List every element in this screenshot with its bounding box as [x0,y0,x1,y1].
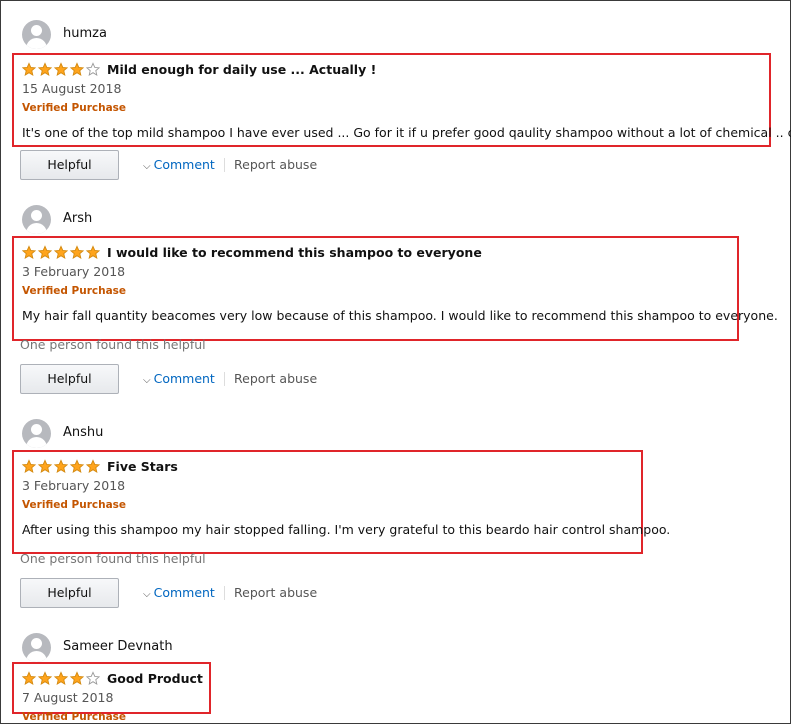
star-full-icon [85,459,101,473]
review-highlight-box: Mild enough for daily use ... Actually !… [12,53,791,147]
review-title[interactable]: Five Stars [107,459,178,474]
reviewer-name[interactable]: Sameer Devnath [63,639,173,654]
avatar-icon[interactable] [22,205,51,234]
star-full-icon [22,245,37,259]
star-full-icon [22,459,37,473]
helpful-count: One person found this helpful [20,551,206,566]
star-full-icon [69,245,85,259]
star-empty-icon [85,671,101,685]
review-body: My hair fall quantity beacomes very low … [22,308,778,323]
star-full-icon [22,671,37,685]
star-full-icon [69,671,85,685]
review-date: 3 February 2018 [22,478,126,493]
avatar-icon[interactable] [22,419,51,448]
review-date: 7 August 2018 [22,690,114,705]
verified-purchase-badge: Verified Purchase [22,711,127,723]
reviewer-name[interactable]: Anshu [63,425,103,440]
review-highlight-box: Good Product 7 August 2018 Verified Purc… [12,662,211,723]
helpful-count: One person found this helpful [20,337,206,352]
star-rating-graphic [22,245,101,259]
helpful-button[interactable]: Helpful [20,364,119,394]
action-divider [224,372,225,386]
comment-label: Comment [153,371,215,386]
report-abuse-link[interactable]: Report abuse [234,585,317,600]
star-full-icon [53,459,69,473]
review-body: After using this shampoo my hair stopped… [22,522,671,537]
star-full-icon [53,671,69,685]
review-highlight-box: Five Stars 3 February 2018 Verified Purc… [12,450,670,554]
avatar-icon[interactable] [22,633,51,662]
review-date: 3 February 2018 [22,264,126,279]
comment-label: Comment [153,157,215,172]
star-rating-graphic [22,459,101,473]
chevron-down-icon: ⌵ [143,375,151,386]
star-full-icon [37,671,53,685]
reviewer-name[interactable]: Arsh [63,211,92,226]
comment-link[interactable]: ⌵ Comment [143,157,215,172]
star-full-icon [37,459,53,473]
chevron-down-icon: ⌵ [143,589,151,600]
review-title[interactable]: I would like to recommend this shampoo t… [107,245,482,260]
star-full-icon [37,245,53,259]
review-body: It's one of the top mild shampoo I have … [22,125,791,140]
star-full-icon [53,245,69,259]
star-rating[interactable] [22,671,102,686]
comment-link[interactable]: ⌵ Comment [143,371,215,386]
reviewer-name[interactable]: humza [63,26,107,41]
review-title[interactable]: Mild enough for daily use ... Actually ! [107,62,376,77]
star-full-icon [69,62,85,76]
comment-label: Comment [153,585,215,600]
verified-purchase-badge: Verified Purchase [22,102,127,114]
verified-purchase-badge: Verified Purchase [22,499,127,511]
star-rating[interactable] [22,245,102,260]
star-full-icon [69,459,85,473]
star-empty-icon [85,62,101,76]
star-full-icon [22,62,37,76]
star-full-icon [53,62,69,76]
action-divider [224,158,225,172]
star-rating-graphic [22,671,101,685]
review-title[interactable]: Good Product [107,671,203,686]
action-divider [224,586,225,600]
review-highlight-box: I would like to recommend this shampoo t… [12,236,778,341]
comment-link[interactable]: ⌵ Comment [143,585,215,600]
helpful-button[interactable]: Helpful [20,150,119,180]
helpful-button[interactable]: Helpful [20,578,119,608]
report-abuse-link[interactable]: Report abuse [234,157,317,172]
verified-purchase-badge: Verified Purchase [22,285,127,297]
star-rating-graphic [22,62,101,76]
review-date: 15 August 2018 [22,81,122,96]
report-abuse-link[interactable]: Report abuse [234,371,317,386]
star-full-icon [85,245,101,259]
star-rating[interactable] [22,459,102,474]
chevron-down-icon: ⌵ [143,161,151,172]
star-rating[interactable] [22,62,102,77]
star-full-icon [37,62,53,76]
avatar-icon[interactable] [22,20,51,49]
